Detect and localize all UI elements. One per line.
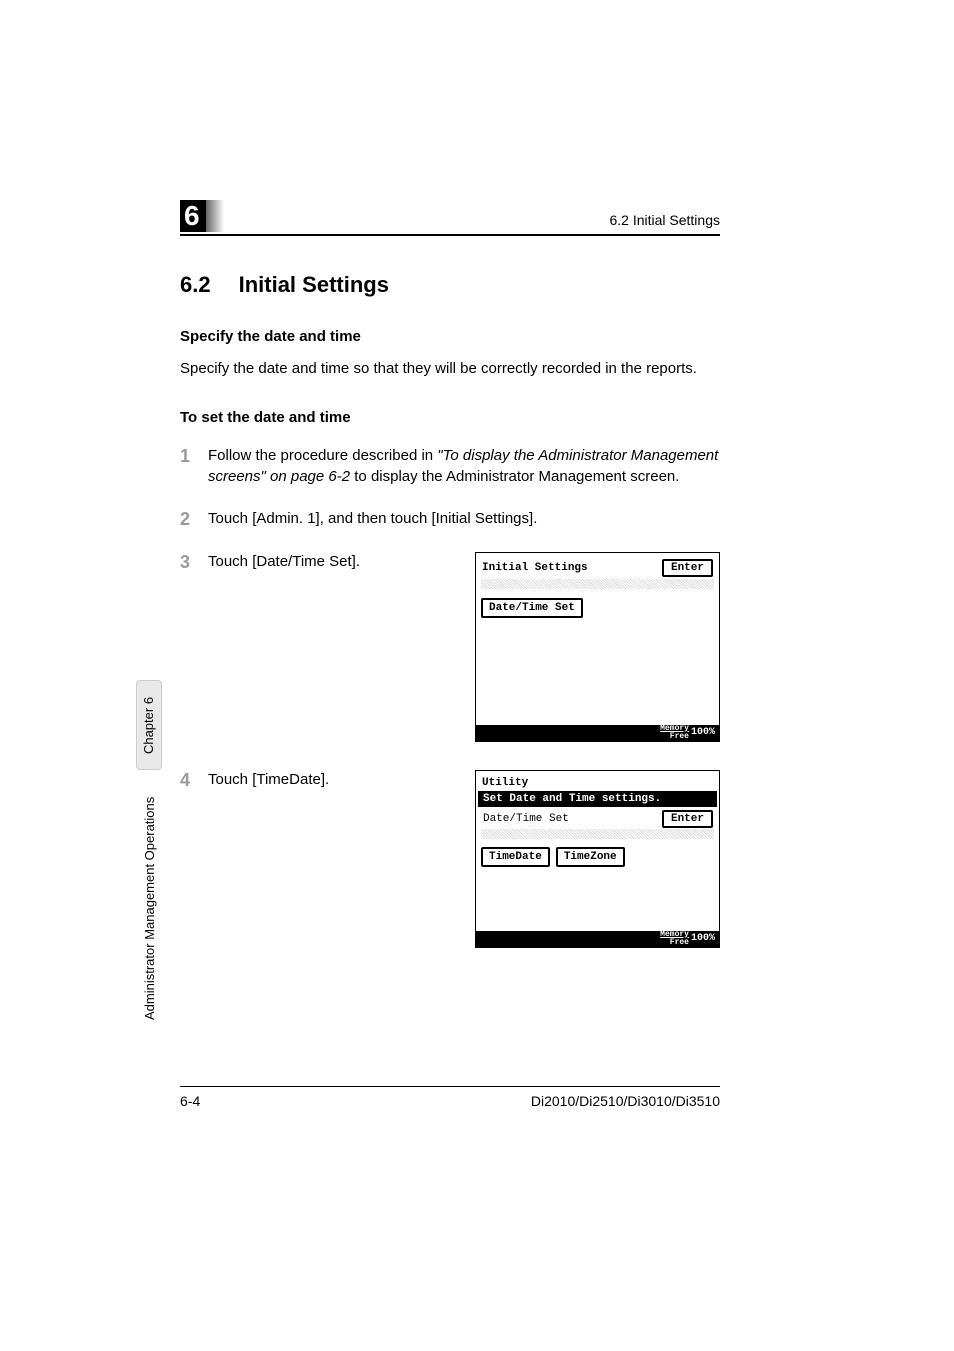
lcd1-datetime-set-button[interactable]: Date/Time Set (481, 598, 583, 618)
step-2: 2 Touch [Admin. 1], and then touch [Init… (180, 509, 720, 530)
section-title: Initial Settings (239, 272, 389, 298)
chapter-indicator: 6 (180, 200, 224, 232)
step-2-number: 2 (180, 509, 194, 530)
chapter-side-tab-label: Chapter 6 (142, 696, 157, 753)
footer-model-list: Di2010/Di2510/Di3010/Di3510 (531, 1093, 720, 1109)
section-number: 6.2 (180, 272, 211, 298)
page-footer: 6-4 Di2010/Di2510/Di3010/Di3510 (180, 1086, 720, 1109)
step-3-row: 3 Touch [Date/Time Set]. Initial Setting… (180, 552, 720, 742)
lcd2-timezone-button[interactable]: TimeZone (556, 847, 625, 867)
step-2-body: Touch [Admin. 1], and then touch [Initia… (208, 509, 720, 529)
lcd1-memory-label: Memory Free (660, 725, 689, 741)
step-4-body: Touch [TimeDate]. (208, 770, 461, 948)
step-3-body: Touch [Date/Time Set]. (208, 552, 461, 742)
lcd2-title: Utility (482, 777, 528, 789)
section-heading: 6.2 Initial Settings (180, 272, 720, 298)
lcd1-title: Initial Settings (482, 562, 588, 574)
lcd1-divider (481, 579, 714, 589)
lcd2-subtitle: Date/Time Set (483, 813, 569, 825)
step-1-number: 1 (180, 446, 194, 467)
step-4-row: 4 Touch [TimeDate]. Utility Set Date and… (180, 770, 720, 948)
lcd2-enter-button[interactable]: Enter (662, 810, 713, 828)
lcd2-memory-pct: 100% (691, 933, 715, 944)
side-running-title: Administrator Management Operations (142, 797, 157, 1020)
step-4-number: 4 (180, 770, 194, 948)
lcd-screen-initial-settings: Initial Settings Enter Date/Time Set Mem… (475, 552, 720, 742)
chapter-side-tab: Chapter 6 (136, 680, 162, 770)
chapter-fade (206, 200, 224, 232)
step-1: 1 Follow the procedure described in "To … (180, 446, 720, 487)
step-1-body: Follow the procedure described in "To di… (208, 446, 720, 487)
step-1-pre: Follow the procedure described in (208, 447, 437, 464)
step-3-number: 3 (180, 552, 194, 742)
footer-page-number: 6-4 (180, 1093, 200, 1109)
lcd2-instruction-bar: Set Date and Time settings. (478, 791, 717, 807)
step-list: 1 Follow the procedure described in "To … (180, 446, 720, 948)
lcd2-divider (481, 829, 714, 839)
header-section-label: 6.2 Initial Settings (609, 212, 720, 232)
lcd2-timedate-button[interactable]: TimeDate (481, 847, 550, 867)
step-1-post: to display the Administrator Management … (350, 468, 679, 485)
lcd2-footer: Memory Free 100% (476, 931, 719, 947)
lcd2-memory-label: Memory Free (660, 931, 689, 947)
lcd1-footer: Memory Free 100% (476, 725, 719, 741)
body-specify: Specify the date and time so that they w… (180, 359, 720, 379)
chapter-number: 6 (180, 200, 206, 232)
page-content: 6 6.2 Initial Settings 6.2 Initial Setti… (180, 200, 720, 976)
lcd-screen-utility: Utility Set Date and Time settings. Date… (475, 770, 720, 948)
lcd1-memory-pct: 100% (691, 727, 715, 738)
lcd1-enter-button[interactable]: Enter (662, 559, 713, 577)
page-header: 6 6.2 Initial Settings (180, 200, 720, 236)
subheading-specify: Specify the date and time (180, 328, 720, 345)
subheading-to-set: To set the date and time (180, 409, 720, 426)
